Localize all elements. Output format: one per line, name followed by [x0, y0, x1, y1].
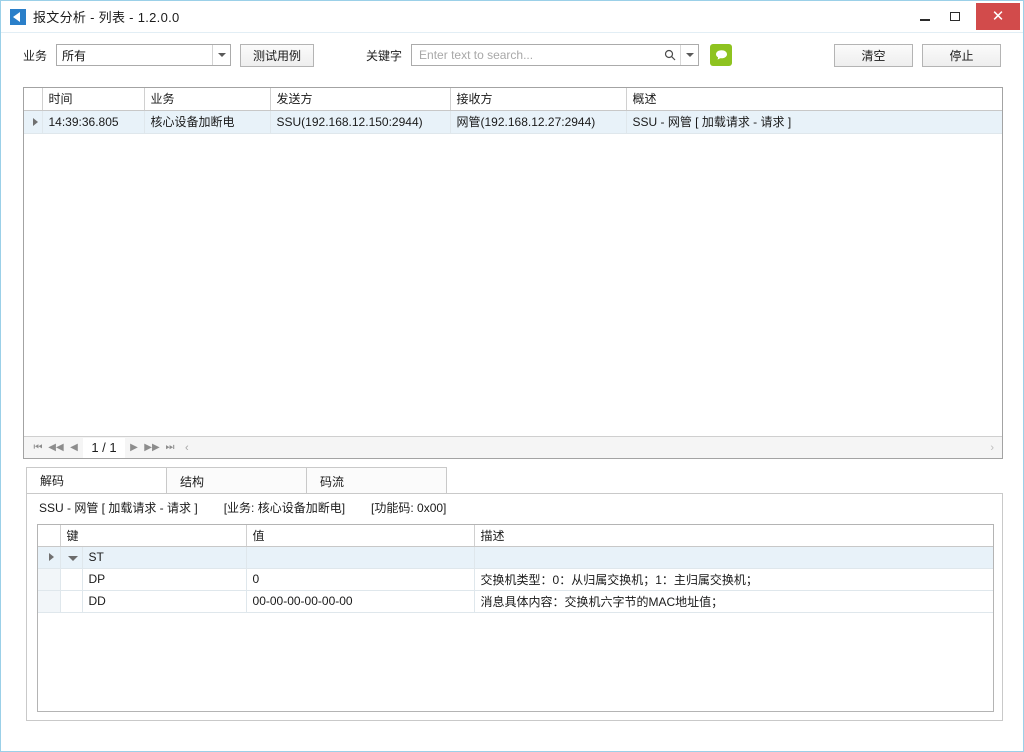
column-header-key[interactable]: 键	[60, 525, 247, 547]
cell-value	[246, 546, 475, 569]
cell-value: 00-00-00-00-00-00	[246, 590, 475, 613]
decode-detail-header: SSU - 网管 [ 加载请求 - 请求 ] [业务: 核心设备加断电] [功能…	[27, 494, 1002, 520]
last-page-button[interactable]: ⏭	[161, 439, 179, 457]
speech-bubble-icon	[715, 50, 727, 60]
detail-indent-cell	[60, 568, 83, 591]
maximize-button[interactable]	[940, 1, 970, 32]
column-header-sender[interactable]: 发送方	[270, 88, 451, 111]
detail-row-indicator-cell	[38, 546, 61, 569]
service-filter-label: 业务	[23, 48, 48, 63]
keyword-label: 关键字	[366, 48, 403, 63]
search-icon[interactable]	[660, 45, 679, 65]
chevron-down-icon	[685, 53, 694, 57]
next-page-button[interactable]: ▶	[125, 439, 143, 457]
toolbar: 业务 所有 测试用例 关键字 Enter text to search... 清…	[1, 33, 1023, 77]
minimize-icon	[920, 18, 930, 21]
row-indicator-cell	[24, 110, 43, 134]
column-header-service[interactable]: 业务	[144, 88, 271, 111]
message-list-empty-area	[24, 133, 1002, 436]
stop-button[interactable]: 停止	[922, 44, 1001, 67]
app-logo-icon	[10, 8, 26, 25]
previous-page-group-button[interactable]: ◀◀	[47, 439, 65, 457]
detail-row-indicator-cell	[38, 590, 61, 613]
row-indicator-column-header	[24, 88, 43, 111]
message-list-table: 时间 业务 发送方 接收方 概述 14:39:36.805 核心设备加断电 SS…	[24, 88, 1002, 134]
toolbar-right-actions: 清空 停止	[834, 44, 1001, 67]
detail-row-indicator-cell	[38, 568, 61, 591]
table-row[interactable]: DD 00-00-00-00-00-00 消息具体内容：交换机六字节的MAC地址…	[38, 590, 993, 613]
column-header-description[interactable]: 描述	[474, 525, 993, 547]
cell-description: 交换机类型：0：从归属交换机；1：主归属交换机；	[474, 568, 993, 591]
table-row[interactable]: ST	[38, 546, 993, 569]
table-row[interactable]: 14:39:36.805 核心设备加断电 SSU(192.168.12.150:…	[24, 110, 1002, 134]
tab-decode[interactable]: 解码	[26, 467, 167, 494]
test-case-button[interactable]: 测试用例	[240, 43, 315, 67]
chevron-down-icon	[217, 53, 226, 57]
cell-key: DP	[82, 568, 247, 591]
table-row[interactable]: DP 0 交换机类型：0：从归属交换机；1：主归属交换机；	[38, 568, 993, 591]
detail-function-code: [功能码: 0x00]	[371, 500, 447, 515]
maximize-icon	[950, 12, 960, 21]
detail-service: [业务: 核心设备加断电]	[223, 500, 346, 515]
decode-detail-panel: SSU - 网管 [ 加载请求 - 请求 ] [业务: 核心设备加断电] [功能…	[26, 493, 1003, 721]
message-action-button[interactable]	[710, 44, 733, 66]
row-arrow-icon	[49, 553, 55, 561]
next-page-group-button[interactable]: ▶▶	[143, 439, 161, 457]
close-button[interactable]: ✕	[976, 3, 1020, 30]
title-bar: 报文分析 - 列表 - 1.2.0.0 ✕	[1, 1, 1023, 33]
cell-key: ST	[82, 546, 247, 569]
minimize-button[interactable]	[910, 1, 940, 32]
search-options-dropdown-button[interactable]	[680, 45, 698, 65]
first-page-button[interactable]: ⏮	[29, 439, 47, 457]
page-indicator: 1 / 1	[83, 437, 125, 458]
cell-sender: SSU(192.168.12.150:2944)	[270, 110, 451, 134]
cell-value: 0	[246, 568, 475, 591]
clear-button[interactable]: 清空	[834, 44, 913, 67]
pagination-bar: ⏮ ◀◀ ◀ 1 / 1 ▶ ▶▶ ⏭ ‹ ›	[24, 436, 1002, 458]
window-title: 报文分析 - 列表 - 1.2.0.0	[33, 10, 180, 25]
cell-description	[474, 546, 993, 569]
column-header-time[interactable]: 时间	[42, 88, 145, 111]
cell-description: 消息具体内容：交换机六字节的MAC地址值；	[474, 590, 993, 613]
row-arrow-icon	[33, 117, 39, 126]
detail-indent-cell	[60, 590, 83, 613]
message-list-header: 时间 业务 发送方 接收方 概述	[24, 88, 1002, 111]
decode-detail-table: 键 值 描述 ST DP 0 交换机类型：0：从归属交换机；1：主归属交换机； …	[38, 525, 993, 613]
search-box[interactable]	[411, 44, 700, 66]
detail-row-indicator-column-header	[38, 525, 61, 547]
search-input[interactable]	[417, 45, 666, 65]
cell-time: 14:39:36.805	[42, 110, 145, 134]
decode-detail-grid: 键 值 描述 ST DP 0 交换机类型：0：从归属交换机；1：主归属交换机； …	[37, 524, 994, 712]
cell-service: 核心设备加断电	[144, 110, 271, 134]
cell-receiver: 网管(192.168.12.27:2944)	[450, 110, 627, 134]
tab-structure[interactable]: 结构	[166, 467, 307, 494]
message-list-body: 14:39:36.805 核心设备加断电 SSU(192.168.12.150:…	[24, 110, 1002, 134]
group-expander-cell[interactable]	[60, 546, 83, 569]
service-filter-value: 所有	[62, 48, 87, 63]
pager-expand-icon[interactable]: ›	[990, 442, 994, 454]
decode-detail-body: ST DP 0 交换机类型：0：从归属交换机；1：主归属交换机； DD 00-0…	[38, 546, 993, 613]
decode-detail-header-row: 键 值 描述	[38, 525, 993, 547]
tab-bitstream[interactable]: 码流	[306, 467, 447, 494]
message-list-panel: 时间 业务 发送方 接收方 概述 14:39:36.805 核心设备加断电 SS…	[23, 87, 1003, 459]
column-header-receiver[interactable]: 接收方	[450, 88, 627, 111]
cell-summary: SSU - 网管 [ 加载请求 - 请求 ]	[626, 110, 1002, 134]
detail-title: SSU - 网管 [ 加载请求 - 请求 ]	[39, 500, 198, 515]
detail-tab-bar: 解码 结构 码流	[26, 467, 1003, 494]
service-filter-dropdown-button[interactable]	[212, 45, 231, 65]
previous-page-button[interactable]: ◀	[65, 439, 83, 457]
service-filter-select[interactable]: 所有	[56, 44, 232, 66]
column-header-summary[interactable]: 概述	[626, 88, 1002, 111]
application-window: 报文分析 - 列表 - 1.2.0.0 ✕ 业务 所有 测试用例 关键字 Ent…	[0, 0, 1024, 752]
cell-key: DD	[82, 590, 247, 613]
expander-collapse-icon	[67, 556, 78, 561]
column-header-value[interactable]: 值	[246, 525, 475, 547]
pager-collapse-icon[interactable]: ‹	[185, 442, 189, 454]
window-controls: ✕	[910, 1, 1023, 33]
